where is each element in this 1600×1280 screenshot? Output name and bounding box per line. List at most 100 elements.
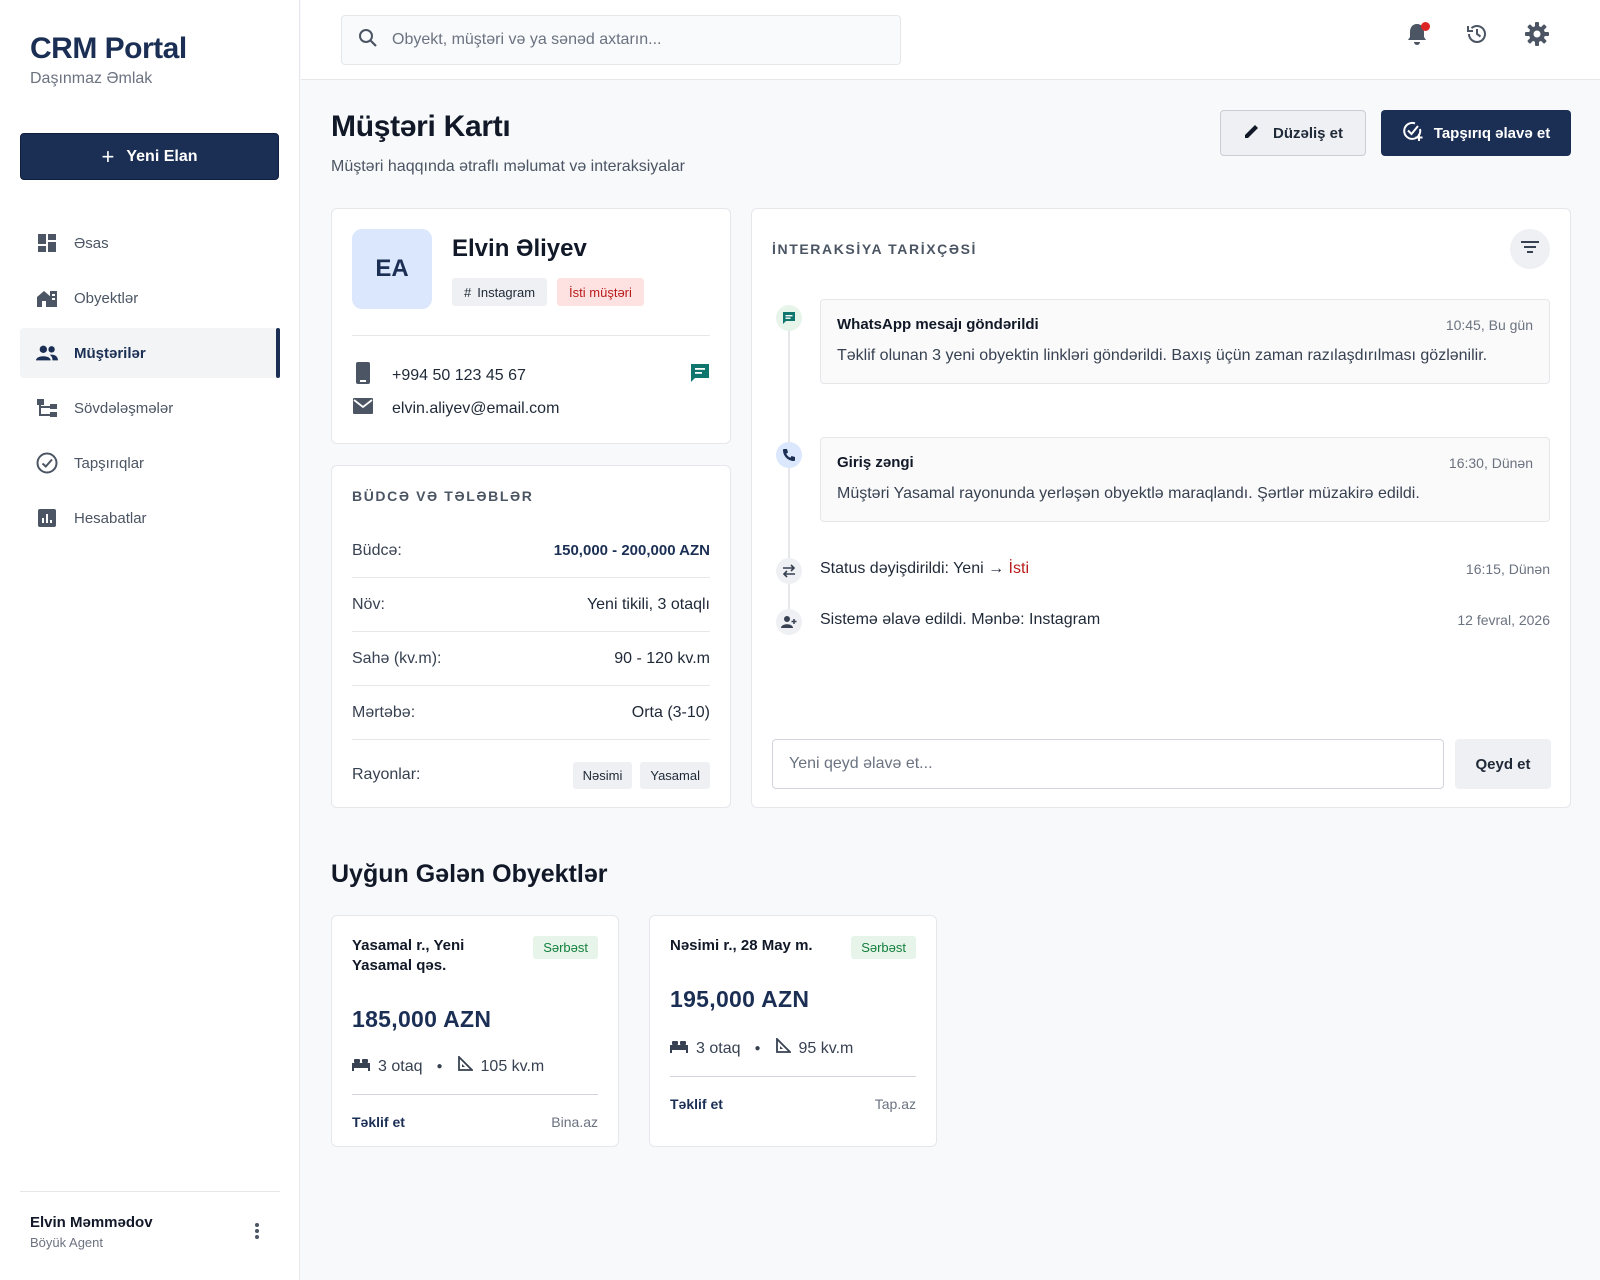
- client-tags: # Instagram İsti müştəri: [452, 278, 644, 306]
- ruler-icon: [775, 1036, 792, 1059]
- status-change-event: Status dəyişdirildi: Yeni → İsti 16:15, …: [820, 560, 1550, 578]
- divider: [670, 1076, 916, 1077]
- history-event: Giriş zəngi 16:30, Dünən Müştəri Yasamal…: [820, 437, 1550, 522]
- divider: [352, 335, 710, 336]
- phone-number[interactable]: +994 50 123 45 67: [392, 367, 526, 385]
- sidebar-item-label: Müştərilər: [74, 344, 146, 362]
- property-source: Bina.az: [551, 1114, 598, 1130]
- budget-title: BÜDCƏ VƏ TƏLƏBLƏR: [352, 488, 534, 504]
- notifications-button[interactable]: [1404, 22, 1430, 50]
- interaction-history-card: İNTERAKSİYA TARİXÇƏSİ WhatsApp mesajı gö…: [751, 208, 1571, 808]
- status-change-value: İsti: [1008, 560, 1029, 577]
- mail-icon: [352, 397, 374, 420]
- hashtag-icon: #: [464, 284, 472, 300]
- districts-label: Rayonlar:: [352, 766, 421, 783]
- budget-row: Sahə (kv.m): 90 - 120 kv.m: [352, 632, 710, 686]
- event-body: Təklif olunan 3 yeni obyektin linkləri g…: [837, 347, 1488, 364]
- edit-button[interactable]: Düzəliş et: [1220, 110, 1366, 156]
- check-circle-icon: [36, 452, 58, 474]
- task-add-icon: [1402, 120, 1424, 146]
- district-chip: Yasamal: [640, 761, 710, 789]
- sidebar-item-deals[interactable]: Sövdələşmələr: [20, 383, 280, 433]
- event-time: 16:30, Dünən: [1448, 454, 1533, 471]
- sidebar: CRM Portal Daşınmaz Əmlak + Yeni Elan Əs…: [0, 0, 300, 1280]
- property-card[interactable]: Nəsimi r., 28 May m. Sərbəst 195,000 AZN…: [649, 915, 937, 1147]
- more-vertical-icon[interactable]: [254, 1222, 260, 1244]
- sidebar-item-home[interactable]: Əsas: [20, 218, 280, 268]
- sidebar-item-properties[interactable]: Obyektlər: [20, 273, 280, 323]
- user-name: Elvin Məmmədov: [30, 1214, 153, 1231]
- email-row: elvin.aliyev@email.com: [352, 397, 710, 420]
- event-title: Giriş zəngi: [837, 454, 914, 471]
- budget-key: Növ:: [352, 595, 385, 613]
- budget-key: Büdcə:: [352, 541, 402, 559]
- history-button[interactable]: [1464, 22, 1490, 50]
- sidebar-nav: Əsas Obyektlər Müştərilər Sövdələşmələr …: [20, 218, 280, 548]
- sidebar-item-label: Sövdələşmələr: [74, 399, 174, 417]
- new-listing-label: Yeni Elan: [126, 147, 198, 165]
- save-note-button[interactable]: Qeyd et: [1455, 739, 1551, 789]
- budget-row: Növ: Yeni tikili, 3 otaqlı: [352, 578, 710, 632]
- status-change-text: Status dəyişdirildi: Yeni →: [820, 560, 1009, 577]
- ruler-icon: [457, 1054, 474, 1077]
- property-price: 195,000 AZN: [670, 986, 810, 1012]
- add-task-button[interactable]: Tapşırıq əlavə et: [1381, 110, 1571, 156]
- page-title: Müştəri Kartı: [331, 110, 511, 143]
- budget-row: Mərtəbə: Orta (3-10): [352, 686, 710, 740]
- user-role: Böyük Agent: [30, 1235, 103, 1250]
- topbar: [301, 0, 1600, 80]
- sidebar-item-label: Hesabatlar: [74, 509, 147, 527]
- history-icon: [1465, 22, 1489, 51]
- status-badge: İsti müştəri: [557, 278, 644, 306]
- new-listing-button[interactable]: + Yeni Elan: [20, 133, 279, 180]
- plus-icon: +: [101, 143, 115, 169]
- add-task-label: Tapşırıq əlavə et: [1433, 124, 1551, 142]
- property-features: 3 otaq ● 105 kv.m: [352, 1054, 544, 1077]
- property-address: Yasamal r., Yeni Yasamal qəs.: [352, 937, 465, 974]
- matches-title: Uyğun Gələn Obyektlər: [331, 860, 608, 888]
- sidebar-item-reports[interactable]: Hesabatlar: [20, 493, 280, 543]
- message-icon[interactable]: [690, 363, 710, 388]
- sidebar-item-clients[interactable]: Müştərilər: [20, 328, 280, 378]
- whatsapp-icon: [776, 305, 802, 331]
- added-text: Sistemə əlavə edildi. Mənbə: Instagram: [820, 611, 1101, 628]
- search-input[interactable]: [392, 31, 872, 49]
- property-card[interactable]: Yasamal r., Yeni Yasamal qəs. Sərbəst 18…: [331, 915, 619, 1147]
- email-address[interactable]: elvin.aliyev@email.com: [392, 400, 559, 418]
- top-actions: [1404, 21, 1550, 52]
- page-subtitle: Müştəri haqqında ətraflı məlumat və inte…: [331, 158, 685, 175]
- gear-icon: [1524, 21, 1550, 52]
- offer-button[interactable]: Təklif et: [670, 1096, 723, 1112]
- district-chips: Nəsimi Yasamal: [572, 761, 710, 789]
- event-time: 12 fevral, 2026: [1457, 612, 1550, 628]
- offer-button[interactable]: Təklif et: [352, 1114, 405, 1130]
- source-tag-label: Instagram: [477, 284, 536, 300]
- client-profile-card: EA Elvin Əliyev # Instagram İsti müştəri…: [331, 208, 731, 444]
- property-rooms: 3 otaq: [378, 1057, 423, 1075]
- property-source: Tap.az: [874, 1096, 916, 1112]
- divider: [352, 1094, 598, 1095]
- event-time: 16:15, Dünən: [1465, 561, 1550, 577]
- search-box: [341, 15, 901, 65]
- budget-key: Mərtəbə:: [352, 703, 416, 721]
- event-title: WhatsApp mesajı göndərildi: [837, 316, 1039, 333]
- filter-button[interactable]: [1510, 229, 1550, 269]
- sidebar-item-tasks[interactable]: Tapşırıqlar: [20, 438, 280, 488]
- note-input[interactable]: [772, 739, 1444, 789]
- event-time: 10:45, Bu gün: [1445, 316, 1533, 333]
- districts-row: Rayonlar: Nəsimi Yasamal: [352, 740, 710, 810]
- added-event: Sistemə əlavə edildi. Mənbə: Instagram 1…: [820, 611, 1550, 629]
- brand-title: CRM Portal: [30, 32, 187, 65]
- flow-icon: [36, 397, 58, 419]
- sidebar-item-label: Obyektlər: [74, 289, 139, 307]
- phone-call-icon: [776, 442, 802, 468]
- district-chip: Nəsimi: [572, 761, 633, 789]
- swap-icon: [776, 558, 802, 584]
- settings-button[interactable]: [1524, 21, 1550, 52]
- budget-row: Büdcə: 150,000 - 200,000 AZN: [352, 524, 710, 578]
- budget-requirements-card: BÜDCƏ VƏ TƏLƏBLƏR Büdcə: 150,000 - 200,0…: [331, 465, 731, 808]
- person-add-icon: [776, 609, 802, 635]
- notification-dot: [1421, 22, 1430, 31]
- budget-value: Yeni tikili, 3 otaqlı: [586, 595, 710, 613]
- bed-icon: [670, 1039, 688, 1058]
